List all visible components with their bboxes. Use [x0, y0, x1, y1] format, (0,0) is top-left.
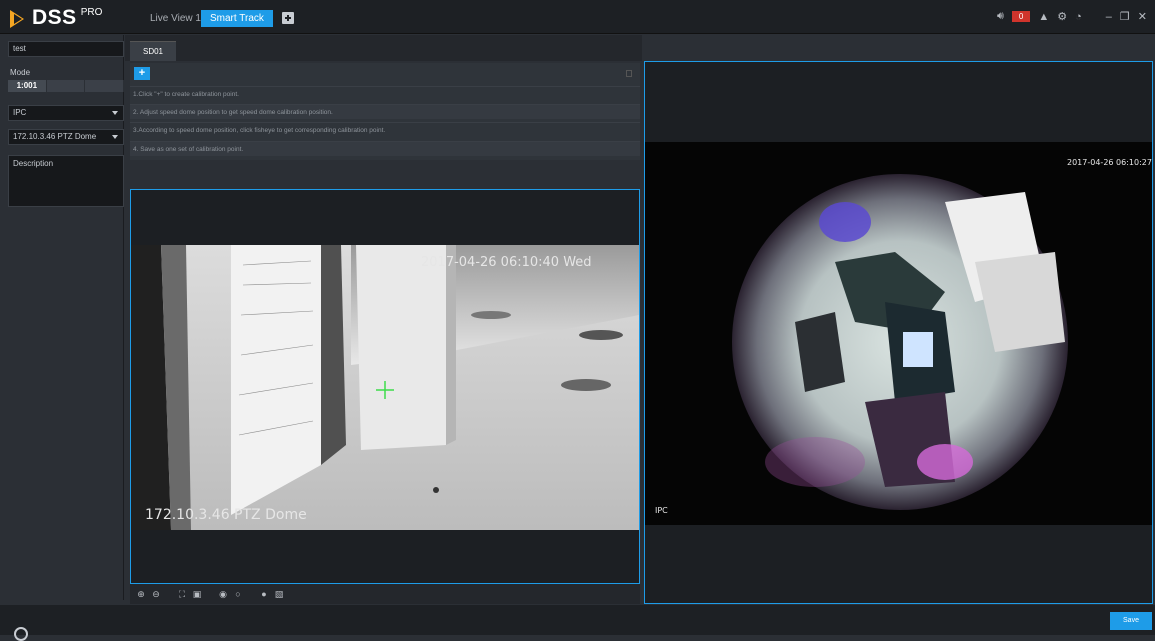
- mode-option-2[interactable]: [46, 80, 86, 92]
- save-button[interactable]: Save: [1110, 612, 1152, 630]
- ptz-channel-osd: 172.10.3.46 PTZ Dome: [145, 507, 307, 523]
- ptz-video-window[interactable]: 2017-04-26 06:10:40 Wed 172.10.3.46 PTZ …: [130, 189, 640, 584]
- device-name-select[interactable]: 172.10.3.46 PTZ Dome: [8, 129, 124, 145]
- top-right-controls: 🔊︎ 0 ▲ ⚙ ◔ – ❐ ✕: [997, 10, 1147, 23]
- description-label: Description: [13, 159, 54, 168]
- calibration-tab-row: SD01: [125, 35, 642, 61]
- close-icon[interactable]: ✕: [1138, 10, 1147, 23]
- zoom-in-icon[interactable]: ⊕: [136, 589, 146, 599]
- fisheye-channel-osd: IPC: [655, 506, 668, 515]
- iris-icon[interactable]: ●: [259, 589, 269, 599]
- speaker-icon[interactable]: 🔊︎: [997, 10, 1004, 23]
- fisheye-video-feed[interactable]: 2017-04-26 06:10:27 IPC: [645, 142, 1152, 525]
- status-circle-icon: [14, 627, 28, 641]
- ptz-video-feed[interactable]: 2017-04-26 06:10:40 Wed 172.10.3.46 PTZ …: [131, 245, 639, 530]
- snapshot-icon[interactable]: ▧: [274, 589, 284, 599]
- zoom-out-icon[interactable]: ⊖: [151, 589, 161, 599]
- alarm-count-badge[interactable]: 0: [1011, 11, 1031, 22]
- name-input[interactable]: test: [8, 41, 124, 57]
- fisheye-timestamp-osd: 2017-04-26 06:10:27: [1067, 158, 1152, 167]
- user-icon[interactable]: ▲: [1038, 11, 1049, 23]
- gauge-icon[interactable]: ◔: [1075, 11, 1082, 23]
- chevron-down-icon: [112, 111, 118, 115]
- focus-near-icon[interactable]: ◉: [218, 589, 228, 599]
- chevron-down-icon: [112, 135, 118, 139]
- delete-icon[interactable]: [626, 70, 632, 77]
- instruction-step-1: 1.Click "+" to create calibration point.: [130, 86, 640, 101]
- tab-smart-track[interactable]: Smart Track: [201, 10, 273, 27]
- instruction-step-4: 4. Save as one set of calibration point.: [130, 141, 640, 156]
- logo-text: DSS: [32, 6, 77, 29]
- instruction-step-2: 2. Adjust speed dome position to get spe…: [130, 104, 640, 119]
- bottom-bar: [0, 605, 1155, 635]
- left-sidebar: test Mode 1:001 IPC 172.10.3.46 PTZ Dome…: [0, 35, 125, 600]
- mode-label: Mode: [10, 68, 31, 77]
- ptz-control-toolbar: ⊕ ⊖ ⛶ ▣ ◉ ○ ● ▧: [130, 584, 640, 604]
- logo-sup: PRO: [80, 7, 103, 18]
- fisheye-scene-image: [732, 174, 1068, 510]
- fit-icon[interactable]: ▣: [192, 589, 202, 599]
- restore-icon[interactable]: ❐: [1120, 10, 1130, 23]
- description-field[interactable]: Description: [8, 155, 124, 207]
- device-type-select[interactable]: IPC: [8, 105, 124, 121]
- gear-icon[interactable]: ⚙: [1057, 10, 1067, 23]
- logo-mark-icon: [10, 8, 26, 28]
- minimize-icon[interactable]: –: [1106, 11, 1112, 23]
- fisheye-video-window[interactable]: 2017-04-26 06:10:27 IPC: [644, 61, 1153, 604]
- mode-option-1001[interactable]: 1:001: [8, 80, 47, 92]
- add-tab-icon[interactable]: [282, 12, 294, 24]
- ptz-timestamp-osd: 2017-04-26 06:10:40 Wed: [421, 255, 592, 270]
- tab-live-view-1[interactable]: Live View 1: [141, 10, 210, 27]
- ptz-scene-image: [131, 245, 639, 530]
- add-calibration-point-button[interactable]: +: [134, 67, 150, 80]
- focus-far-icon[interactable]: ○: [233, 589, 243, 599]
- device-type-value: IPC: [13, 108, 27, 117]
- instruction-step-3: 3.According to speed dome position, clic…: [130, 122, 640, 137]
- top-bar: DSS PRO Live View 1 Smart Track 🔊︎ 0 ▲ ⚙…: [0, 0, 1155, 34]
- tab-sd01[interactable]: SD01: [130, 41, 176, 61]
- device-name-value: 172.10.3.46 PTZ Dome: [13, 132, 97, 141]
- expand-icon[interactable]: ⛶: [177, 589, 187, 599]
- mode-option-3[interactable]: [85, 80, 125, 92]
- calibration-panel: + 1.Click "+" to create calibration poin…: [130, 63, 640, 160]
- mode-selector: 1:001: [8, 80, 125, 92]
- app-logo: DSS PRO: [10, 6, 102, 30]
